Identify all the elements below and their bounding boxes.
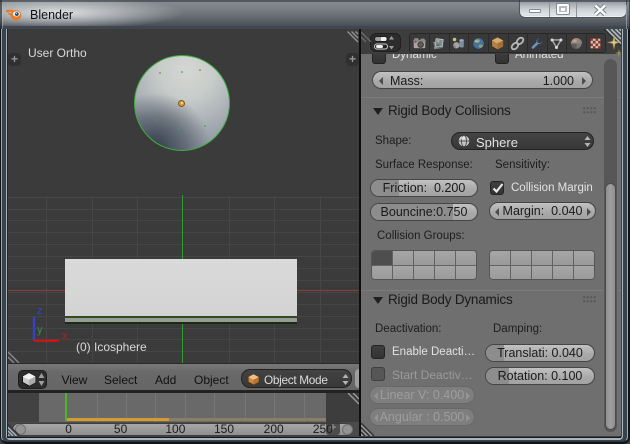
svg-text:x: x: [62, 330, 68, 342]
svg-text:z: z: [37, 305, 43, 317]
svg-text:y: y: [37, 324, 43, 336]
